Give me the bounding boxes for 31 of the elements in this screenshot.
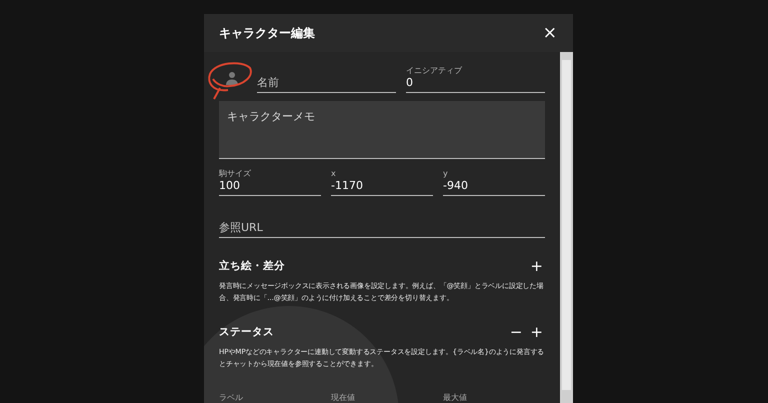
- field-value: -1170: [331, 179, 364, 193]
- column-header: 最大値: [443, 392, 468, 403]
- text-field[interactable]: イニシアティブ 0: [406, 66, 545, 93]
- text-field[interactable]: x -1170: [331, 169, 433, 196]
- section-title: ステータス: [219, 325, 274, 339]
- field-placeholder: 名前: [257, 76, 280, 90]
- section-action-button[interactable]: +: [528, 324, 545, 340]
- section-action-button[interactable]: −: [508, 324, 524, 340]
- text-field[interactable]: 駒サイズ 100: [219, 169, 321, 196]
- field-label: イニシアティブ: [406, 66, 463, 76]
- field-value: 100: [219, 179, 241, 193]
- field-placeholder: 参照URL: [219, 221, 264, 235]
- field-value: 0: [406, 76, 414, 90]
- column-header: ラベル: [219, 392, 244, 403]
- memo-field[interactable]: キャラクターメモ: [219, 100, 545, 159]
- section-title: 立ち絵・差分: [219, 259, 285, 273]
- dialog-title: キャラクター編集: [219, 24, 315, 42]
- section-action-button[interactable]: +: [528, 258, 545, 274]
- text-field[interactable]: 参照URL: [219, 212, 545, 238]
- text-field[interactable]: y -940: [443, 169, 545, 196]
- field-label: 駒サイズ: [219, 169, 252, 179]
- field-label: x: [331, 169, 337, 179]
- scrollbar[interactable]: [560, 52, 573, 403]
- text-field[interactable]: 名前: [257, 66, 396, 93]
- field-value: -940: [443, 179, 469, 193]
- memo-placeholder: キャラクターメモ: [227, 110, 315, 123]
- field-label: y: [443, 169, 449, 179]
- scrollbar-thumb[interactable]: [562, 60, 571, 390]
- column-header: 現在値: [331, 392, 356, 403]
- close-button[interactable]: ×: [540, 23, 559, 43]
- person-icon[interactable]: [225, 70, 239, 85]
